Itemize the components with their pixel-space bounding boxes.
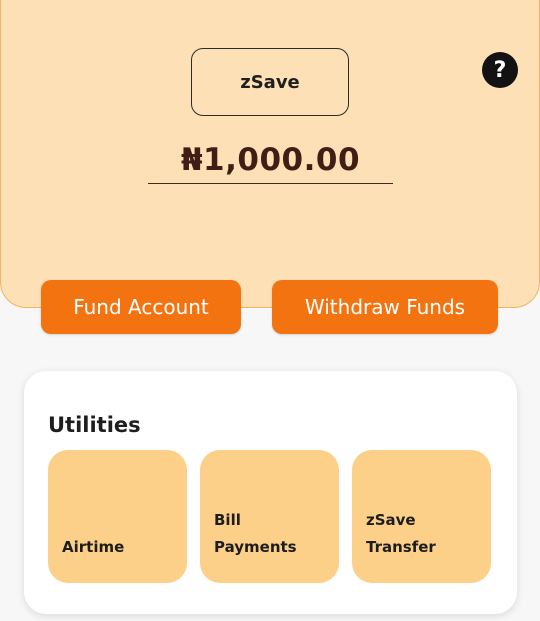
balance-amount: ₦1,000.00: [148, 138, 393, 184]
wallet-name-chip[interactable]: zSave: [191, 48, 349, 116]
withdraw-funds-label: Withdraw Funds: [304, 295, 466, 319]
utility-tile-line1: Bill: [214, 511, 241, 529]
withdraw-funds-button[interactable]: Withdraw Funds: [272, 280, 498, 334]
utility-tile-line2: Payments: [214, 538, 297, 556]
fund-account-label: Fund Account: [73, 295, 209, 319]
utility-tile-zsave-transfer[interactable]: zSave Transfer: [352, 450, 491, 583]
utilities-card: Utilities Airtime Bill Payments zSave Tr…: [24, 371, 517, 614]
utilities-title: Utilities: [48, 413, 141, 437]
utility-tile-line2: Airtime: [62, 538, 125, 556]
help-button[interactable]: ?: [482, 52, 518, 88]
page: zSave ? ₦1,000.00 Fund Account Withdraw …: [0, 0, 540, 621]
fund-account-button[interactable]: Fund Account: [41, 280, 241, 334]
utility-tile-line2: Transfer: [366, 538, 436, 556]
question-mark-icon: ?: [493, 57, 507, 83]
utility-tile-airtime[interactable]: Airtime: [48, 450, 187, 583]
wallet-name-label: zSave: [240, 71, 300, 93]
utility-tile-line1: zSave: [366, 511, 416, 529]
utility-tile-bill-payments[interactable]: Bill Payments: [200, 450, 339, 583]
